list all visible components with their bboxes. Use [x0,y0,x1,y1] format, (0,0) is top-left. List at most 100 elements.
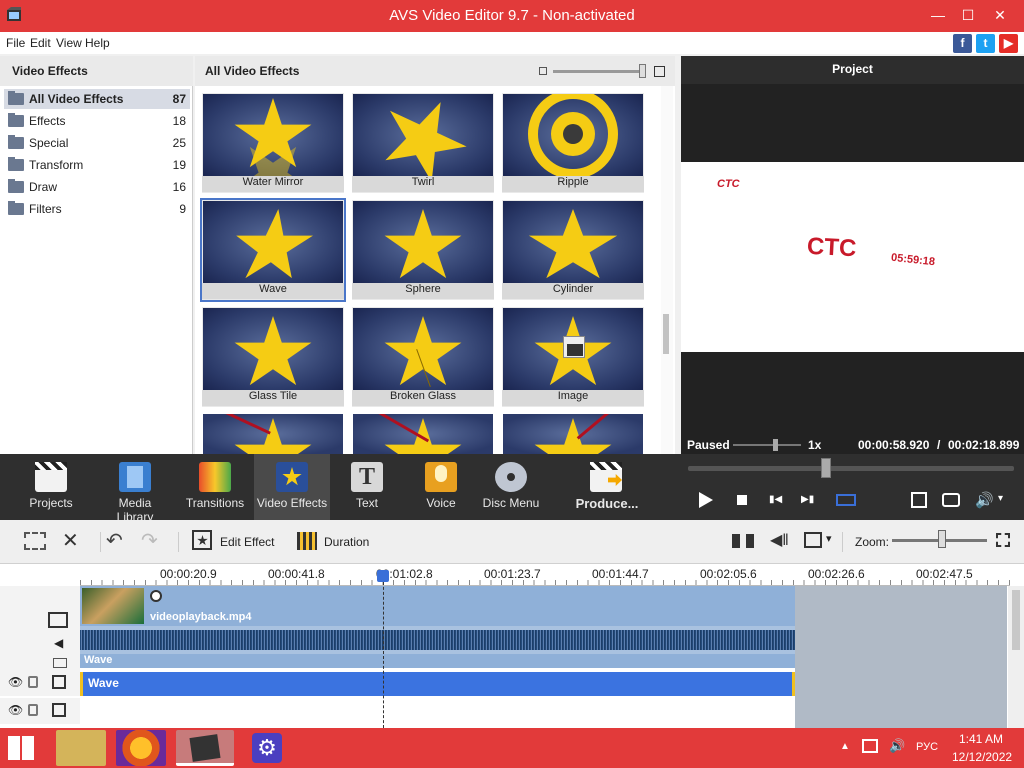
category-effects[interactable]: Effects 18 [4,111,190,131]
audio-mixer-icon[interactable]: ◀‖ [770,530,789,550]
youtube-icon[interactable]: ▶ [999,34,1018,53]
effects-gallery: All Video Effects Water Mirror Twirl Rip… [195,56,675,454]
produce-button[interactable]: Produce... [570,454,644,520]
effect-tile-wave[interactable]: Wave [200,198,346,302]
seek-handle[interactable] [821,458,831,478]
scrollbar-thumb[interactable] [663,314,669,354]
timeline-scrollbar[interactable] [1008,586,1024,728]
category-draw[interactable]: Draw 16 [4,177,190,197]
duration-label[interactable]: Duration [324,535,369,549]
category-count: 87 [172,92,186,106]
taskbar-date[interactable]: 12/12/2022 [952,750,1012,764]
folder-icon [8,179,24,193]
storyboard-toggle-icon[interactable] [24,532,46,550]
transitions-button[interactable]: Transitions [180,454,250,520]
twitter-icon[interactable]: t [976,34,995,53]
visibility-eye-icon[interactable]: 👁 [8,675,23,689]
edit-effect-button[interactable] [192,530,214,552]
thumbnail-size-slider[interactable] [553,70,645,73]
voice-button[interactable]: Voice [406,454,476,520]
effect-tile-sphere[interactable]: Sphere [352,200,494,300]
duration-icon[interactable] [297,532,317,550]
snapshot-camera-icon[interactable] [942,493,960,507]
effect-tile-partial[interactable] [203,414,343,454]
speaker-icon[interactable]: ◀ [54,636,63,650]
display-mode-icon[interactable] [804,532,822,548]
speed-handle[interactable] [773,439,778,451]
film-icon [48,612,68,628]
video-clip[interactable]: videoplayback.mp4 [80,586,795,626]
clip-effect-bar[interactable]: Wave [80,654,795,668]
playhead-handle[interactable] [377,570,389,582]
video-preview[interactable]: CTC CTC 05:59:18 [681,162,1024,352]
previous-frame-icon[interactable]: ▮◀ [769,494,782,506]
stop-icon[interactable] [737,495,747,505]
fit-to-track-icon[interactable] [732,534,754,548]
split-icon[interactable] [836,494,856,506]
media-library-button[interactable]: Media Library [100,454,170,524]
projects-button[interactable]: Projects [16,454,86,520]
language-indicator[interactable]: РУС [916,741,938,753]
effect-tile-broken-glass[interactable]: Broken Glass [352,307,494,407]
visibility-eye-icon[interactable]: 👁 [8,703,23,717]
menu-edit[interactable]: Edit [30,36,51,50]
time-ruler[interactable]: 00:00:20.9 00:00:41.8 00:01:02.8 00:01:2… [80,564,1010,586]
menu-file[interactable]: File [6,36,25,50]
next-frame-icon[interactable]: ▶▮ [801,494,815,506]
zoom-fit-icon[interactable] [996,533,1010,547]
effect-tile-ripple[interactable]: Ripple [502,93,644,193]
category-all-video-effects[interactable]: All Video Effects 87 [4,89,190,109]
disc-menu-button[interactable]: Disc Menu [476,454,546,520]
effect-tile-partial[interactable] [503,414,643,454]
network-icon[interactable] [862,739,878,753]
menu-view[interactable]: View [56,36,82,50]
timeline-scroll-thumb[interactable] [1012,590,1020,650]
volume-dropdown-icon[interactable]: ▾ [998,493,1003,504]
audio-waveform[interactable] [80,626,795,654]
star-effect-icon [276,462,308,492]
category-transform[interactable]: Transform 19 [4,155,190,175]
edit-effect-label[interactable]: Edit Effect [220,535,274,549]
minimize-button[interactable]: — [922,0,954,30]
close-button[interactable]: ✕ [984,0,1016,30]
slider-handle[interactable] [639,64,646,78]
small-thumbnail-icon[interactable] [539,67,547,75]
lock-icon[interactable] [28,704,38,716]
delete-icon[interactable]: ✕ [62,528,79,553]
volume-icon[interactable]: 🔊 [975,491,994,509]
zoom-handle[interactable] [938,530,946,548]
settings-taskbar-icon[interactable]: ⚙ [242,730,292,766]
facebook-icon[interactable]: f [953,34,972,53]
text-button[interactable]: T Text [332,454,402,520]
file-explorer-icon[interactable] [56,730,106,766]
effect-tile-partial[interactable] [353,414,493,454]
effect-tile-water-mirror[interactable]: Water Mirror [202,93,344,193]
effect-tile-glass-tile[interactable]: Glass Tile [202,307,344,407]
lock-icon[interactable] [28,676,38,688]
video-effects-button[interactable]: Video Effects [254,454,330,520]
play-icon[interactable] [699,492,713,508]
display-mode-dropdown-icon[interactable]: ▾ [826,532,832,545]
taskbar-time[interactable]: 1:41 AM [959,732,1003,746]
menu-help[interactable]: Help [85,36,110,50]
effect-tile-cylinder[interactable]: Cylinder [502,200,644,300]
category-special[interactable]: Special 25 [4,133,190,153]
maximize-button[interactable]: ☐ [952,0,984,30]
gallery-scrollbar[interactable] [661,86,673,454]
fullscreen-icon[interactable] [911,492,927,508]
avs-video-editor-taskbar-icon[interactable] [176,730,234,766]
effect-tile-twirl[interactable]: Twirl [352,93,494,193]
large-thumbnail-icon[interactable] [654,66,665,77]
redo-icon[interactable]: ↷ [141,528,158,553]
firefox-icon[interactable] [116,730,166,766]
effect-track-clip[interactable]: Wave [80,672,795,696]
seek-bar[interactable] [688,466,1014,471]
volume-tray-icon[interactable]: 🔊 [889,738,905,754]
tray-expand-icon[interactable]: ▲ [840,741,850,752]
effect-tile-image[interactable]: Image [502,307,644,407]
category-filters[interactable]: Filters 9 [4,199,190,219]
speed-slider[interactable] [733,444,801,446]
windows-start-icon[interactable] [8,736,34,760]
empty-effect-track[interactable] [80,698,795,724]
undo-icon[interactable]: ↶ [106,528,123,553]
